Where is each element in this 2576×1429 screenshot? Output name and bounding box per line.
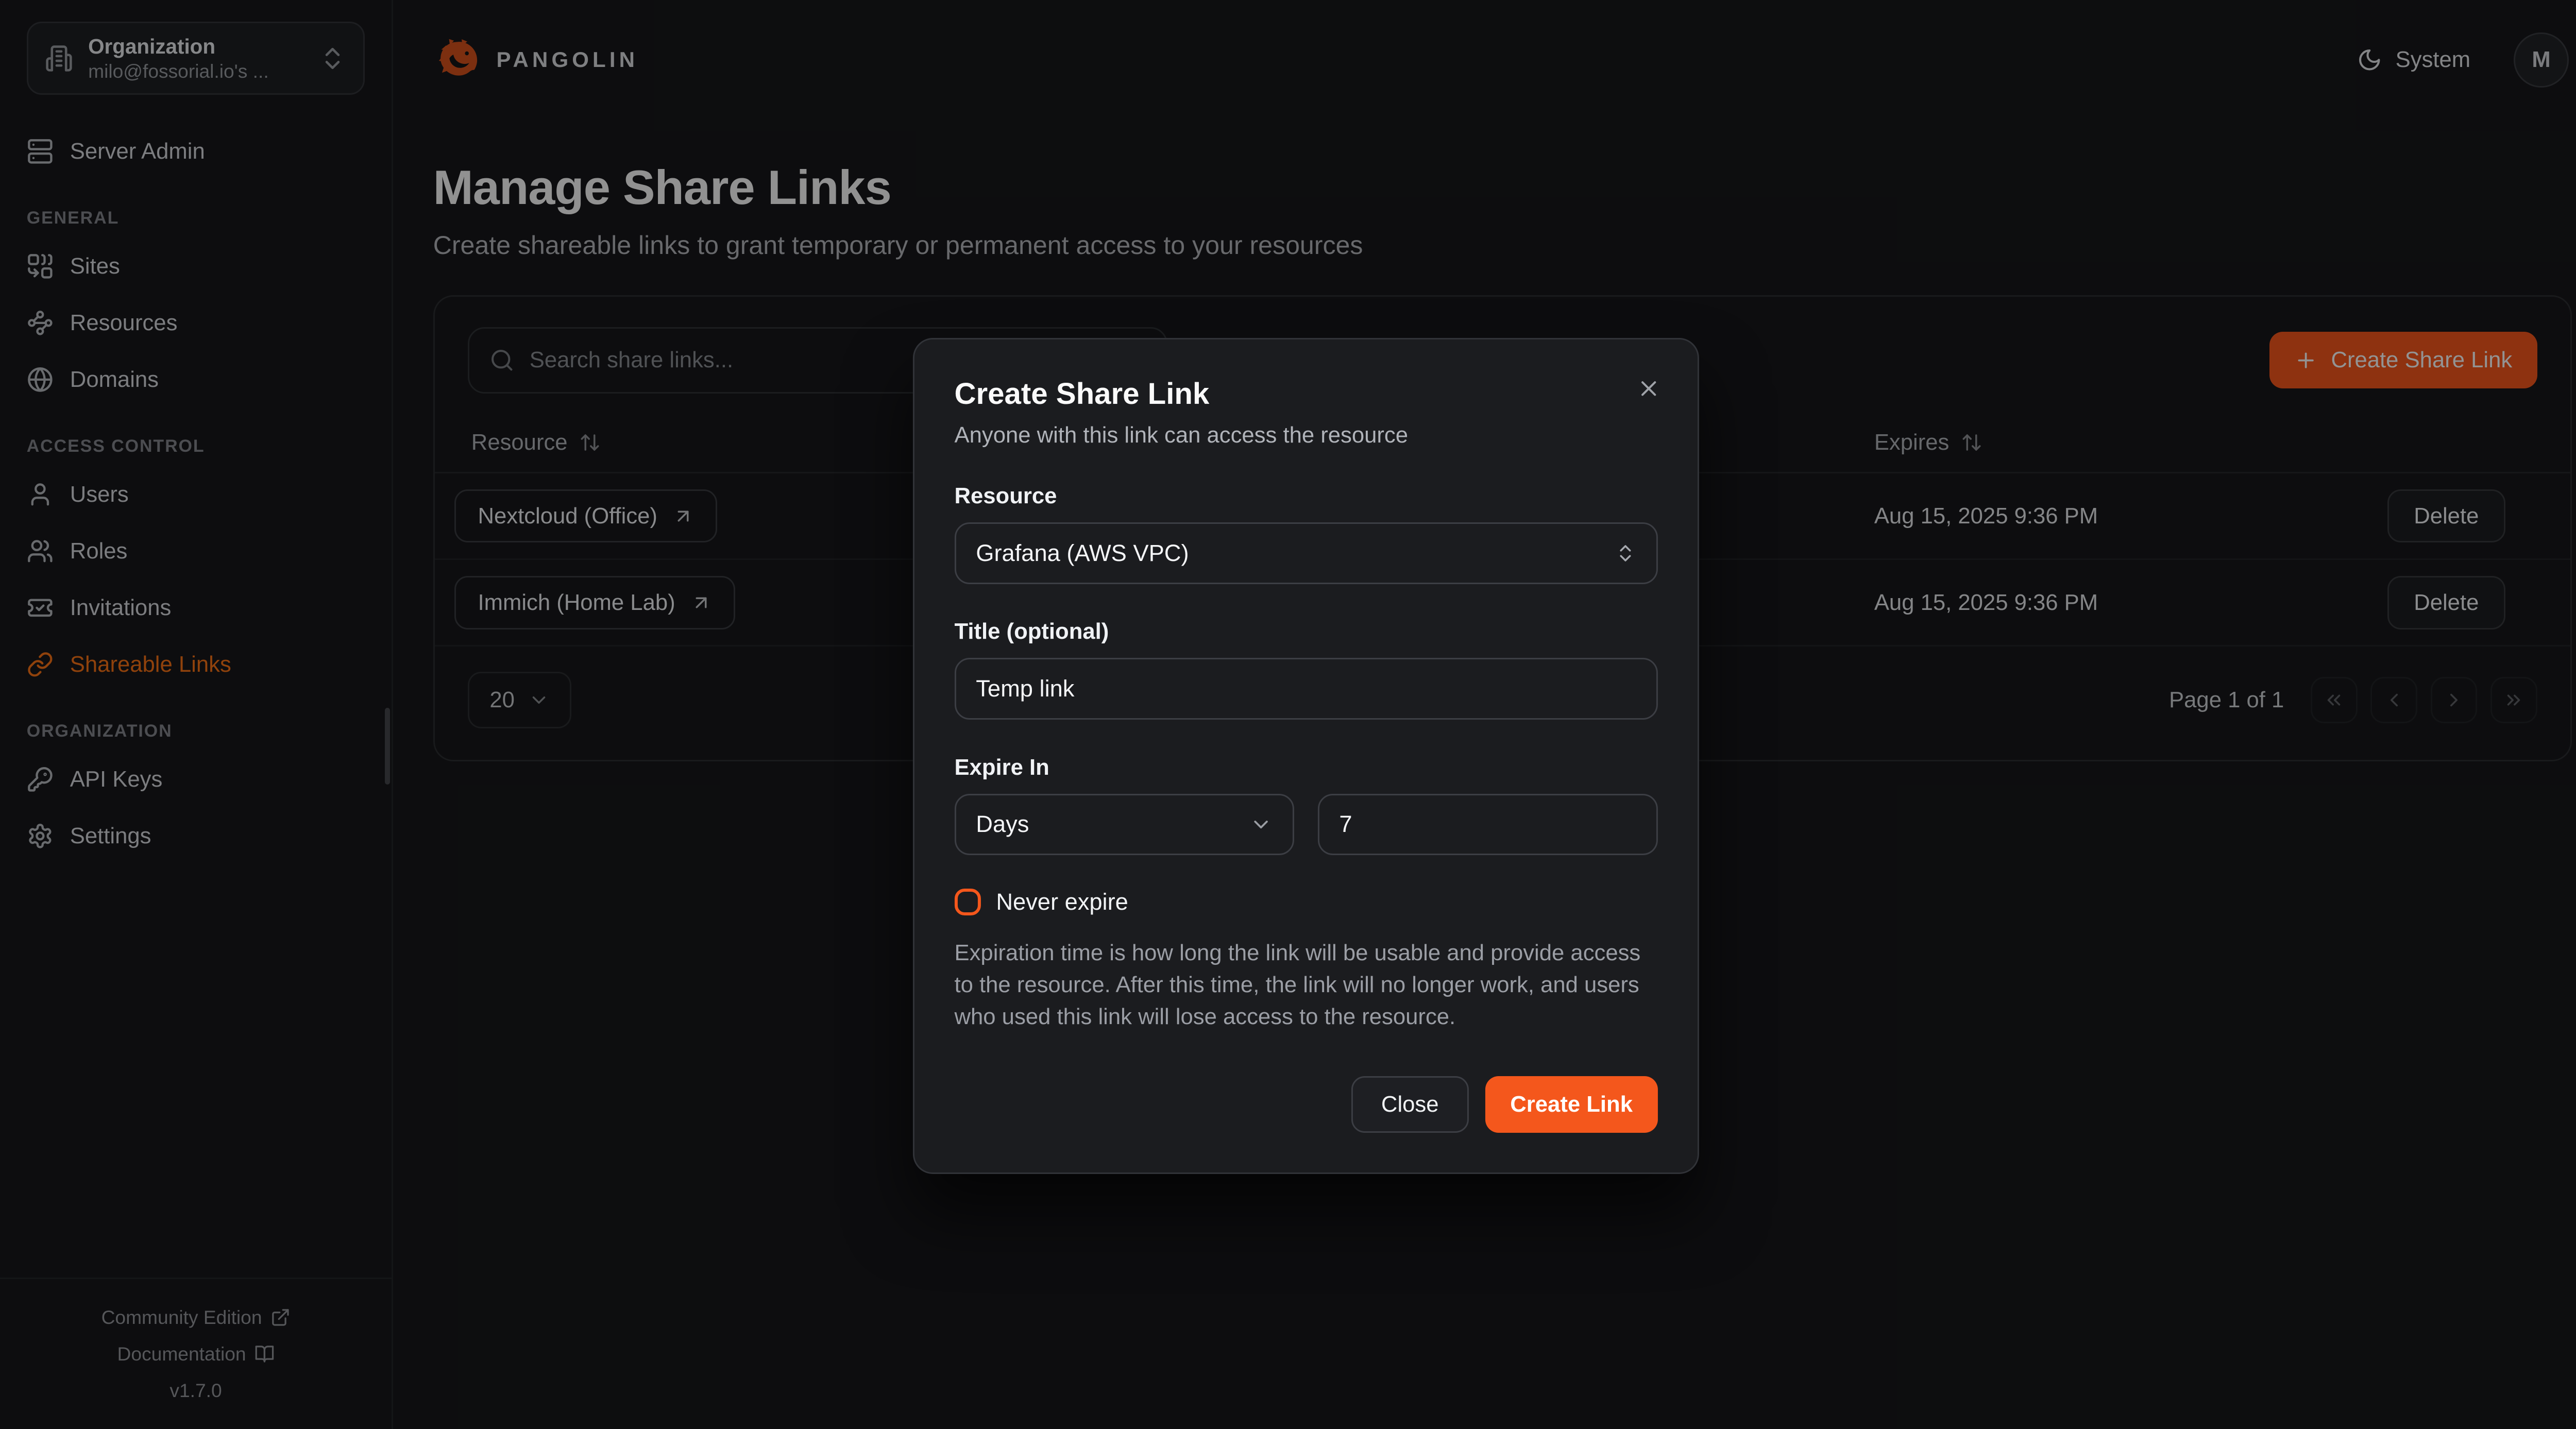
title-label: Title (optional) [955, 619, 1658, 644]
close-button[interactable]: Close [1351, 1076, 1468, 1133]
app-root: Organization milo@fossorial.io's ... Ser… [0, 0, 2576, 1429]
title-input[interactable] [976, 675, 1636, 702]
never-expire-checkbox[interactable] [955, 889, 981, 915]
expire-in-label: Expire In [955, 755, 1658, 780]
never-expire-row[interactable]: Never expire [955, 889, 1658, 915]
modal-subtitle: Anyone with this link can access the res… [955, 422, 1658, 448]
resource-label: Resource [955, 483, 1658, 509]
expire-unit-select[interactable]: Days [955, 794, 1295, 856]
expiration-help-text: Expiration time is how long the link wil… [955, 937, 1658, 1033]
create-link-button[interactable]: Create Link [1485, 1076, 1658, 1133]
expire-value-input[interactable] [1339, 811, 1636, 838]
create-share-link-modal: Create Share Link Anyone with this link … [913, 338, 1699, 1174]
resource-select[interactable]: Grafana (AWS VPC) [955, 522, 1658, 584]
chevrons-up-down-icon [1615, 542, 1636, 564]
never-expire-label: Never expire [996, 889, 1128, 915]
chevron-down-icon [1249, 813, 1273, 836]
modal-title: Create Share Link [955, 377, 1658, 411]
close-icon[interactable] [1633, 373, 1664, 404]
